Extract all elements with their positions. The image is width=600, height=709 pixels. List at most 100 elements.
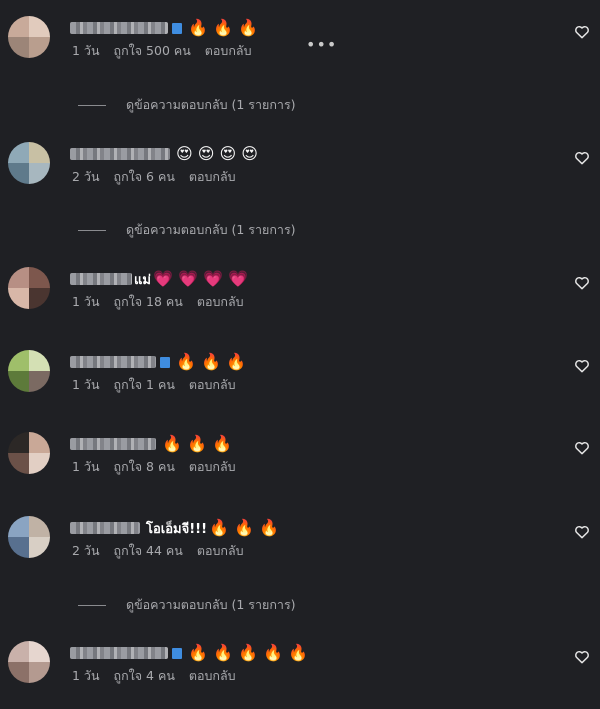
comment: 🔥 🔥 🔥 1 วัน ถูกใจ 500 คน ตอบกลับ ••• xyxy=(0,16,600,58)
comment: 😍 😍 😍 😍 2 วัน ถูกใจ 6 คน ตอบกลับ xyxy=(0,142,600,184)
like-heart-icon[interactable] xyxy=(574,440,590,456)
username-blurred[interactable] xyxy=(70,148,170,160)
divider-dash xyxy=(78,104,106,106)
comment-header: 🔥 🔥 🔥 xyxy=(70,350,246,374)
avatar-pixel xyxy=(8,16,29,37)
username-blurred[interactable] xyxy=(70,647,168,659)
divider-dash xyxy=(78,604,106,606)
reply-button[interactable]: ตอบกลับ xyxy=(197,541,244,561)
avatar-pixel xyxy=(8,350,29,371)
reply-button[interactable]: ตอบกลับ xyxy=(189,375,236,395)
avatar[interactable] xyxy=(8,350,50,392)
avatar-pixel xyxy=(8,432,29,453)
avatar[interactable] xyxy=(8,16,50,58)
username-blurred[interactable] xyxy=(70,438,156,450)
like-count[interactable]: ถูกใจ 1 คน xyxy=(114,375,175,395)
reply-button[interactable]: ตอบกลับ xyxy=(197,292,244,312)
comment-time: 1 วัน xyxy=(72,377,100,392)
more-options-icon[interactable]: ••• xyxy=(306,35,337,54)
like-heart-icon[interactable] xyxy=(574,24,590,40)
comment-message: โอเอ็มจี!!! xyxy=(146,521,208,537)
avatar-pixel xyxy=(29,267,50,288)
comment-time: 1 วัน xyxy=(72,668,100,683)
comment-meta: 2 วัน ถูกใจ 6 คน ตอบกลับ xyxy=(72,167,250,187)
view-replies-link[interactable]: ดูข้อความตอบกลับ (1 รายการ) xyxy=(78,95,296,115)
username-blurred[interactable] xyxy=(70,22,168,34)
reply-button[interactable]: ตอบกลับ xyxy=(189,457,236,477)
like-count[interactable]: ถูกใจ 18 คน xyxy=(114,292,183,312)
comment: 🔥 🔥 🔥 1 วัน ถูกใจ 8 คน ตอบกลับ xyxy=(0,432,600,474)
comment-time: 2 วัน xyxy=(72,169,100,184)
comment: 🔥 🔥 🔥 1 วัน ถูกใจ 1 คน ตอบกลับ xyxy=(0,350,600,392)
comment-header: 🔥 🔥 🔥 🔥 🔥 xyxy=(70,641,308,665)
comment-header: 🔥 🔥 🔥 xyxy=(70,432,232,456)
comment-meta: 1 วัน ถูกใจ 18 คน ตอบกลับ xyxy=(72,292,258,312)
avatar-pixel xyxy=(29,37,50,58)
avatar-pixel xyxy=(29,662,50,683)
comment-time: 1 วัน xyxy=(72,459,100,474)
avatar[interactable] xyxy=(8,267,50,309)
comment-text: 🔥 🔥 🔥 xyxy=(188,18,258,37)
avatar-pixel xyxy=(29,432,50,453)
avatar[interactable] xyxy=(8,641,50,683)
like-count[interactable]: ถูกใจ 500 คน xyxy=(114,41,191,61)
reply-button[interactable]: ตอบกลับ xyxy=(189,666,236,686)
comment-header: 😍 😍 😍 😍 xyxy=(70,142,258,166)
reply-button[interactable]: ตอบกลับ xyxy=(189,167,236,187)
avatar-pixel xyxy=(29,288,50,309)
avatar-pixel xyxy=(29,453,50,474)
username-blurred[interactable] xyxy=(70,522,140,534)
avatar-pixel xyxy=(8,142,29,163)
comment-meta: 1 วัน ถูกใจ 8 คน ตอบกลับ xyxy=(72,457,250,477)
avatar-pixel xyxy=(29,537,50,558)
comment-header: แม่ 💗 💗 💗 💗 xyxy=(70,267,248,291)
comment-text: 🔥 🔥 🔥 xyxy=(209,518,279,537)
comment: โอเอ็มจี!!! 🔥 🔥 🔥 2 วัน ถูกใจ 44 คน ตอบก… xyxy=(0,516,600,558)
like-heart-icon[interactable] xyxy=(574,649,590,665)
divider-dash xyxy=(78,229,106,231)
avatar-pixel xyxy=(8,37,29,58)
comment-time: 2 วัน xyxy=(72,543,100,558)
view-replies-label: ดูข้อความตอบกลับ (1 รายการ) xyxy=(126,97,296,112)
view-replies-label: ดูข้อความตอบกลับ (1 รายการ) xyxy=(126,597,296,612)
comment-message: แม่ xyxy=(134,272,151,288)
avatar-pixel xyxy=(29,350,50,371)
like-count[interactable]: ถูกใจ 44 คน xyxy=(114,541,183,561)
comment-text: 🔥 🔥 🔥 🔥 🔥 xyxy=(188,643,308,662)
comment-meta: 1 วัน ถูกใจ 4 คน ตอบกลับ xyxy=(72,666,250,686)
like-heart-icon[interactable] xyxy=(574,524,590,540)
avatar-pixel xyxy=(8,288,29,309)
avatar-pixel xyxy=(8,537,29,558)
avatar-pixel xyxy=(29,16,50,37)
avatar-pixel xyxy=(29,516,50,537)
username-blurred[interactable] xyxy=(70,356,156,368)
avatar-pixel xyxy=(8,267,29,288)
reply-button[interactable]: ตอบกลับ xyxy=(205,41,252,61)
comment-text: 🔥 🔥 🔥 xyxy=(176,352,246,371)
view-replies-link[interactable]: ดูข้อความตอบกลับ (1 รายการ) xyxy=(78,595,296,615)
like-count[interactable]: ถูกใจ 6 คน xyxy=(114,167,175,187)
like-heart-icon[interactable] xyxy=(574,275,590,291)
avatar[interactable] xyxy=(8,432,50,474)
avatar-pixel xyxy=(8,516,29,537)
username-blurred[interactable] xyxy=(70,273,132,285)
comment-header: โอเอ็มจี!!! 🔥 🔥 🔥 xyxy=(70,516,279,540)
comment-time: 1 วัน xyxy=(72,43,100,58)
avatar-pixel xyxy=(29,641,50,662)
comment-text: 💗 💗 💗 💗 xyxy=(152,269,248,288)
avatar-pixel xyxy=(29,142,50,163)
verified-badge-icon xyxy=(160,356,170,368)
verified-badge-icon xyxy=(172,22,182,34)
comment-text: 🔥 🔥 🔥 xyxy=(162,434,232,453)
avatar-pixel xyxy=(29,163,50,184)
comment-meta: 2 วัน ถูกใจ 44 คน ตอบกลับ xyxy=(72,541,258,561)
avatar[interactable] xyxy=(8,142,50,184)
avatar-pixel xyxy=(8,641,29,662)
avatar[interactable] xyxy=(8,516,50,558)
like-heart-icon[interactable] xyxy=(574,358,590,374)
view-replies-link[interactable]: ดูข้อความตอบกลับ (1 รายการ) xyxy=(78,220,296,240)
avatar-pixel xyxy=(8,371,29,392)
like-heart-icon[interactable] xyxy=(574,150,590,166)
like-count[interactable]: ถูกใจ 4 คน xyxy=(114,666,175,686)
like-count[interactable]: ถูกใจ 8 คน xyxy=(114,457,175,477)
